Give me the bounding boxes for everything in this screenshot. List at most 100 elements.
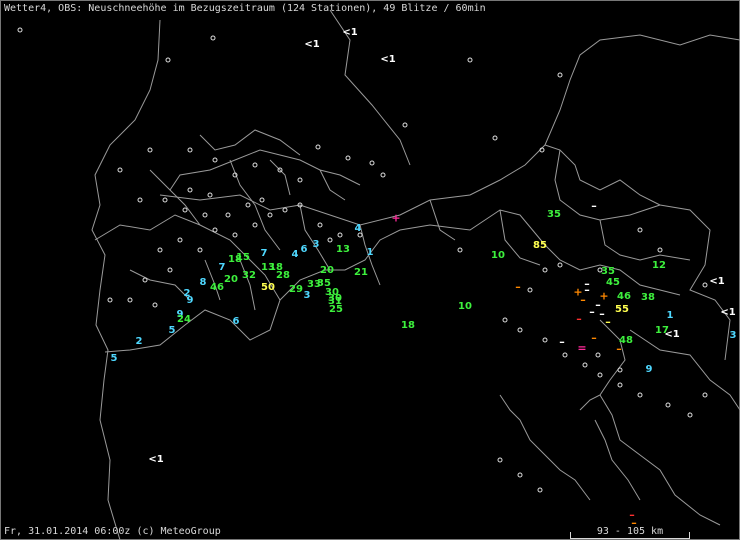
station-dot	[252, 162, 258, 168]
lightning-marker: –	[576, 312, 582, 326]
map-title: Wetter4, OBS: Neuschneehöhe im Bezugszei…	[4, 3, 486, 14]
station-dot	[702, 392, 708, 398]
lightning-marker: –	[591, 199, 597, 213]
snow-depth-label: 10	[458, 301, 472, 312]
station-dot	[245, 202, 251, 208]
station-dot	[182, 207, 188, 213]
station-dot	[17, 27, 23, 33]
lightning-marker: –	[559, 335, 565, 349]
station-dot	[380, 172, 386, 178]
snow-depth-label: <1	[380, 54, 396, 65]
station-dot	[595, 352, 601, 358]
station-dot	[282, 207, 288, 213]
scale-bar-line	[570, 532, 690, 539]
footer-timestamp: Fr, 31.01.2014 06:00z (c) MeteoGroup	[4, 526, 221, 537]
lightning-marker: –	[605, 315, 611, 329]
snow-depth-label: 30	[328, 293, 342, 304]
snow-depth-label: 1	[666, 310, 674, 321]
station-dot	[165, 57, 171, 63]
snow-depth-label: 35	[547, 209, 561, 220]
snow-depth-label: 9	[645, 364, 653, 375]
snow-depth-label: 35	[601, 266, 615, 277]
snow-depth-label: 3	[303, 290, 311, 301]
snow-depth-label: 45	[606, 277, 620, 288]
station-dot	[657, 247, 663, 253]
snow-depth-label: 29	[289, 284, 303, 295]
snow-depth-label: <1	[709, 276, 725, 287]
snow-depth-label: <1	[148, 454, 164, 465]
snow-depth-label: 4	[291, 249, 299, 260]
snow-depth-label: 8	[199, 277, 207, 288]
station-dot	[517, 472, 523, 478]
station-dot	[277, 167, 283, 173]
station-dot	[557, 262, 563, 268]
snow-depth-label: 38	[641, 292, 655, 303]
lightning-marker: +	[599, 289, 609, 303]
snow-depth-label: 32	[242, 270, 256, 281]
station-dot	[597, 372, 603, 378]
lightning-marker: =	[577, 341, 587, 355]
station-dot	[232, 232, 238, 238]
station-dot	[197, 247, 203, 253]
station-dot	[297, 177, 303, 183]
station-dot	[315, 144, 321, 150]
snow-depth-label: 6	[232, 316, 240, 327]
station-dot	[617, 367, 623, 373]
station-dot	[167, 267, 173, 273]
snow-depth-label: 50	[261, 282, 275, 293]
snow-depth-label: 25	[329, 304, 343, 315]
station-dot	[157, 247, 163, 253]
snow-depth-label: 46	[210, 282, 224, 293]
lightning-marker: +	[391, 211, 401, 225]
station-dot	[345, 155, 351, 161]
station-dot	[317, 222, 323, 228]
station-dot	[297, 202, 303, 208]
snow-depth-label: 3	[312, 239, 320, 250]
station-dot	[147, 147, 153, 153]
snow-depth-label: 7	[218, 262, 226, 273]
lightning-marker: –	[599, 307, 605, 321]
snow-depth-label: 18	[401, 320, 415, 331]
lightning-marker: –	[515, 280, 521, 294]
snow-depth-label: 5	[168, 325, 176, 336]
station-dot	[259, 197, 265, 203]
station-dot	[542, 337, 548, 343]
snow-depth-label: <1	[664, 329, 680, 340]
station-dot	[327, 237, 333, 243]
station-dot	[152, 302, 158, 308]
snow-depth-label: 24	[177, 314, 191, 325]
station-dot	[207, 192, 213, 198]
station-dot	[177, 237, 183, 243]
snow-depth-label: <1	[304, 39, 320, 50]
station-dot	[617, 382, 623, 388]
station-dot	[527, 287, 533, 293]
station-dot	[127, 297, 133, 303]
station-dot	[582, 362, 588, 368]
snow-depth-label: 4	[354, 223, 362, 234]
snow-depth-label: 12	[652, 260, 666, 271]
snow-depth-label: 20	[224, 274, 238, 285]
snow-depth-label: 6	[300, 244, 308, 255]
station-dot	[162, 197, 168, 203]
station-dot	[457, 247, 463, 253]
snow-depth-label: 85	[533, 240, 547, 251]
scale-bar: 93 - 105 km	[570, 526, 690, 539]
lightning-marker: –	[591, 331, 597, 345]
station-dot	[232, 172, 238, 178]
station-dot	[369, 160, 375, 166]
station-dot	[202, 212, 208, 218]
station-dot	[467, 57, 473, 63]
lightning-marker: –	[580, 293, 586, 307]
lightning-marker: –	[589, 305, 595, 319]
snow-depth-label: 1	[366, 247, 374, 258]
station-dot	[142, 277, 148, 283]
station-dot	[537, 487, 543, 493]
station-dot	[702, 282, 708, 288]
snow-depth-label: 46	[617, 291, 631, 302]
station-dot	[252, 222, 258, 228]
station-dot	[402, 122, 408, 128]
station-dot	[187, 187, 193, 193]
station-dot	[137, 197, 143, 203]
snow-depth-label: 55	[615, 304, 629, 315]
station-dot	[637, 392, 643, 398]
